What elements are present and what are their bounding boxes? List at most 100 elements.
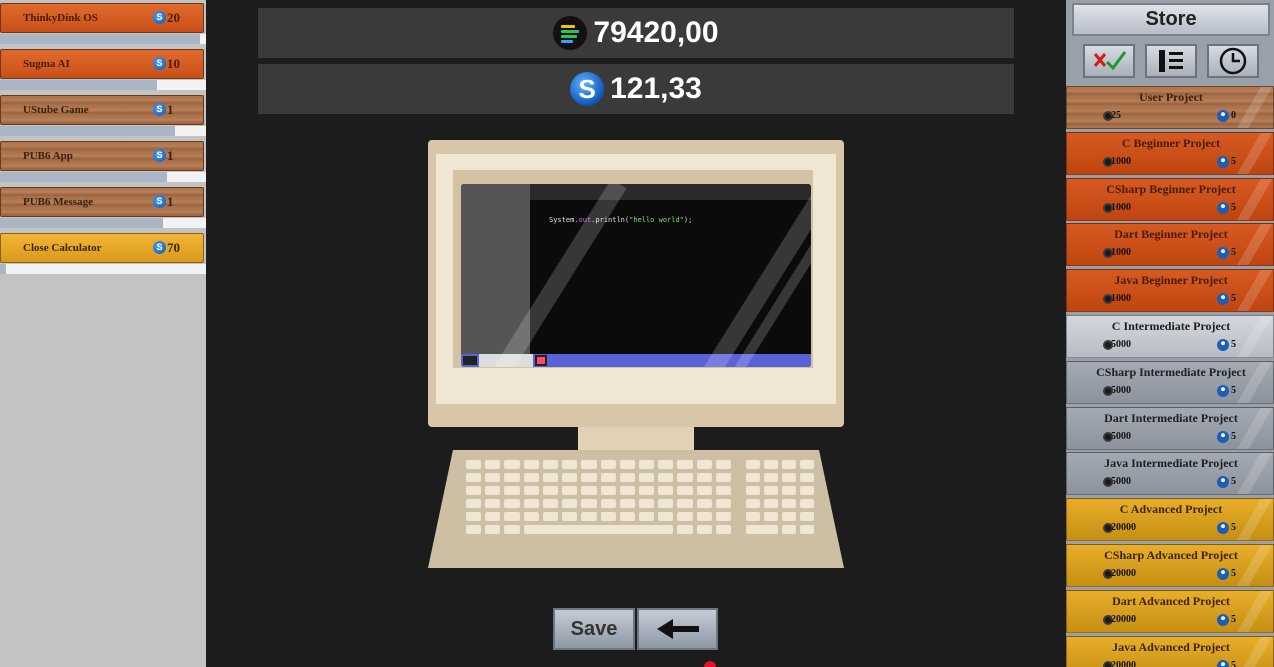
task-progress-fill [0,34,200,44]
store-item-cost: 20000 [1111,613,1136,625]
task-progress-bar [0,264,206,274]
store-item[interactable]: User Project 25 0 [1066,86,1274,129]
task-reward: 20 [167,10,180,25]
task-button[interactable]: UStube Game S 1 [0,95,204,125]
tab-tasks[interactable] [1083,44,1135,78]
store-item[interactable]: CSharp Beginner Project 1000 5 [1066,177,1274,221]
task-progress-bar [0,218,206,228]
monitor: System.out.println("hello world"); [428,140,844,427]
task-item[interactable]: Close Calculator S 70 [0,230,206,276]
store-item-name: Dart Beginner Project [1114,227,1228,242]
task-button[interactable]: Sugma AI S 10 [0,49,204,79]
user-icon [1217,430,1229,443]
arrow-left-icon [656,619,699,639]
store-item-cost: 1000 [1111,293,1131,305]
task-progress-bar [0,126,206,136]
store-item[interactable]: C Advanced Project 20000 5 [1066,498,1274,542]
store-item-users: 5 [1231,659,1236,667]
store-item-users: 5 [1231,293,1236,305]
task-button[interactable]: PUB6 App S 1 [0,141,204,171]
coin-icon: S [153,103,166,116]
task-item[interactable]: ThinkyDink OS S 20 [0,0,206,46]
store-item[interactable]: Java Advanced Project 20000 5 [1066,635,1274,667]
task-item[interactable]: Sugma AI S 10 [0,46,206,92]
user-icon [1217,155,1229,168]
store-item-name: CSharp Intermediate Project [1096,364,1246,379]
task-progress-fill [0,264,7,274]
store-item-users: 5 [1231,384,1236,396]
store-item-name: C Intermediate Project [1111,319,1231,333]
tab-time[interactable] [1207,44,1259,78]
task-progress-fill [0,80,157,90]
coin-icon: S [153,11,166,24]
task-reward: 1 [167,102,174,117]
task-name: Sugma AI [23,58,70,70]
store-item-name: Java Advanced Project [1112,639,1230,654]
store-item-name: CSharp Beginner Project [1106,181,1236,196]
store-title: Store [1072,3,1270,36]
windows-icon [463,356,477,365]
user-icon [1217,293,1229,306]
coin-icon: S [153,149,166,162]
tab-organization[interactable] [1145,44,1197,78]
task-button[interactable]: ThinkyDink OS S 20 [0,3,204,33]
lines-value: 79420,00 [593,16,719,49]
store-item[interactable]: Dart Intermediate Project 5000 5 [1066,406,1274,450]
store-item-cost: 5000 [1111,476,1131,488]
computer[interactable]: System.out.println("hello world"); [428,140,844,570]
store-item[interactable]: C Intermediate Project 5000 5 [1066,315,1274,358]
store-item-cost: 20000 [1111,568,1136,579]
store-item[interactable]: CSharp Intermediate Project 5000 5 [1066,360,1274,404]
task-button[interactable]: Close Calculator S 70 [0,233,204,263]
store-item-users: 5 [1231,522,1236,534]
user-icon [1217,201,1229,214]
store-item-name: Dart Intermediate Project [1104,410,1238,425]
game-root: ThinkyDink OS S 20 Sugma AI S 10 UStube Game S 1… [0,0,1274,667]
task-progress-bar [0,34,206,44]
store-item[interactable]: Dart Beginner Project 1000 5 [1066,223,1274,267]
coins-counter: S 121,33 [258,64,1014,114]
back-button[interactable] [637,608,718,650]
store-item-cost: 25 [1111,110,1121,121]
coin-icon: S [153,57,166,70]
save-button[interactable]: Save [553,608,635,650]
task-name: Close Calculator [23,242,102,254]
store-item-users: 0 [1231,110,1236,121]
task-item[interactable]: PUB6 App S 1 [0,138,206,184]
store-item-users: 5 [1231,430,1236,442]
store-item-name: CSharp Advanced Project [1104,548,1238,562]
store-item-users: 5 [1231,155,1236,167]
store-item-cost: 5000 [1111,339,1131,350]
user-icon [1217,476,1229,489]
task-item[interactable]: UStube Game S 1 [0,92,206,138]
task-name: ThinkyDink OS [23,12,98,24]
store-item-users: 5 [1231,613,1236,625]
task-name: UStube Game [23,104,89,116]
store-item-cost: 5000 [1111,384,1131,396]
store-item-name: User Project [1139,90,1203,104]
store-panel: Store User Project 25 0 C Beginner Project 1… [1066,0,1274,667]
user-icon [1217,659,1229,667]
store-item-users: 5 [1231,201,1236,213]
task-name: PUB6 Message [23,196,93,208]
store-item-name: Dart Advanced Project [1112,593,1230,608]
coin-icon: S [570,72,605,106]
store-item[interactable]: Dart Advanced Project 20000 5 [1066,589,1274,633]
store-item-name: C Beginner Project [1121,135,1221,150]
store-item-users: 5 [1231,247,1236,259]
store-item[interactable]: Java Beginner Project 1000 5 [1066,269,1274,313]
task-button[interactable]: PUB6 Message S 1 [0,187,204,217]
task-reward: 1 [167,148,174,163]
coin-icon: S [153,241,166,254]
store-item-cost: 1000 [1111,247,1131,259]
monitor-screen: System.out.println("hello world"); [461,184,811,367]
store-item[interactable]: CSharp Advanced Project 20000 5 [1066,544,1274,587]
store-item-cost: 20000 [1111,659,1136,667]
coins-value: 121,33 [610,72,702,105]
store-item-cost: 1000 [1111,201,1131,213]
task-item[interactable]: PUB6 Message S 1 [0,184,206,230]
store-item[interactable]: Java Intermediate Project 5000 5 [1066,452,1274,496]
user-icon [1217,522,1229,535]
store-item[interactable]: C Beginner Project 1000 5 [1066,131,1274,175]
task-reward: 1 [167,194,174,209]
